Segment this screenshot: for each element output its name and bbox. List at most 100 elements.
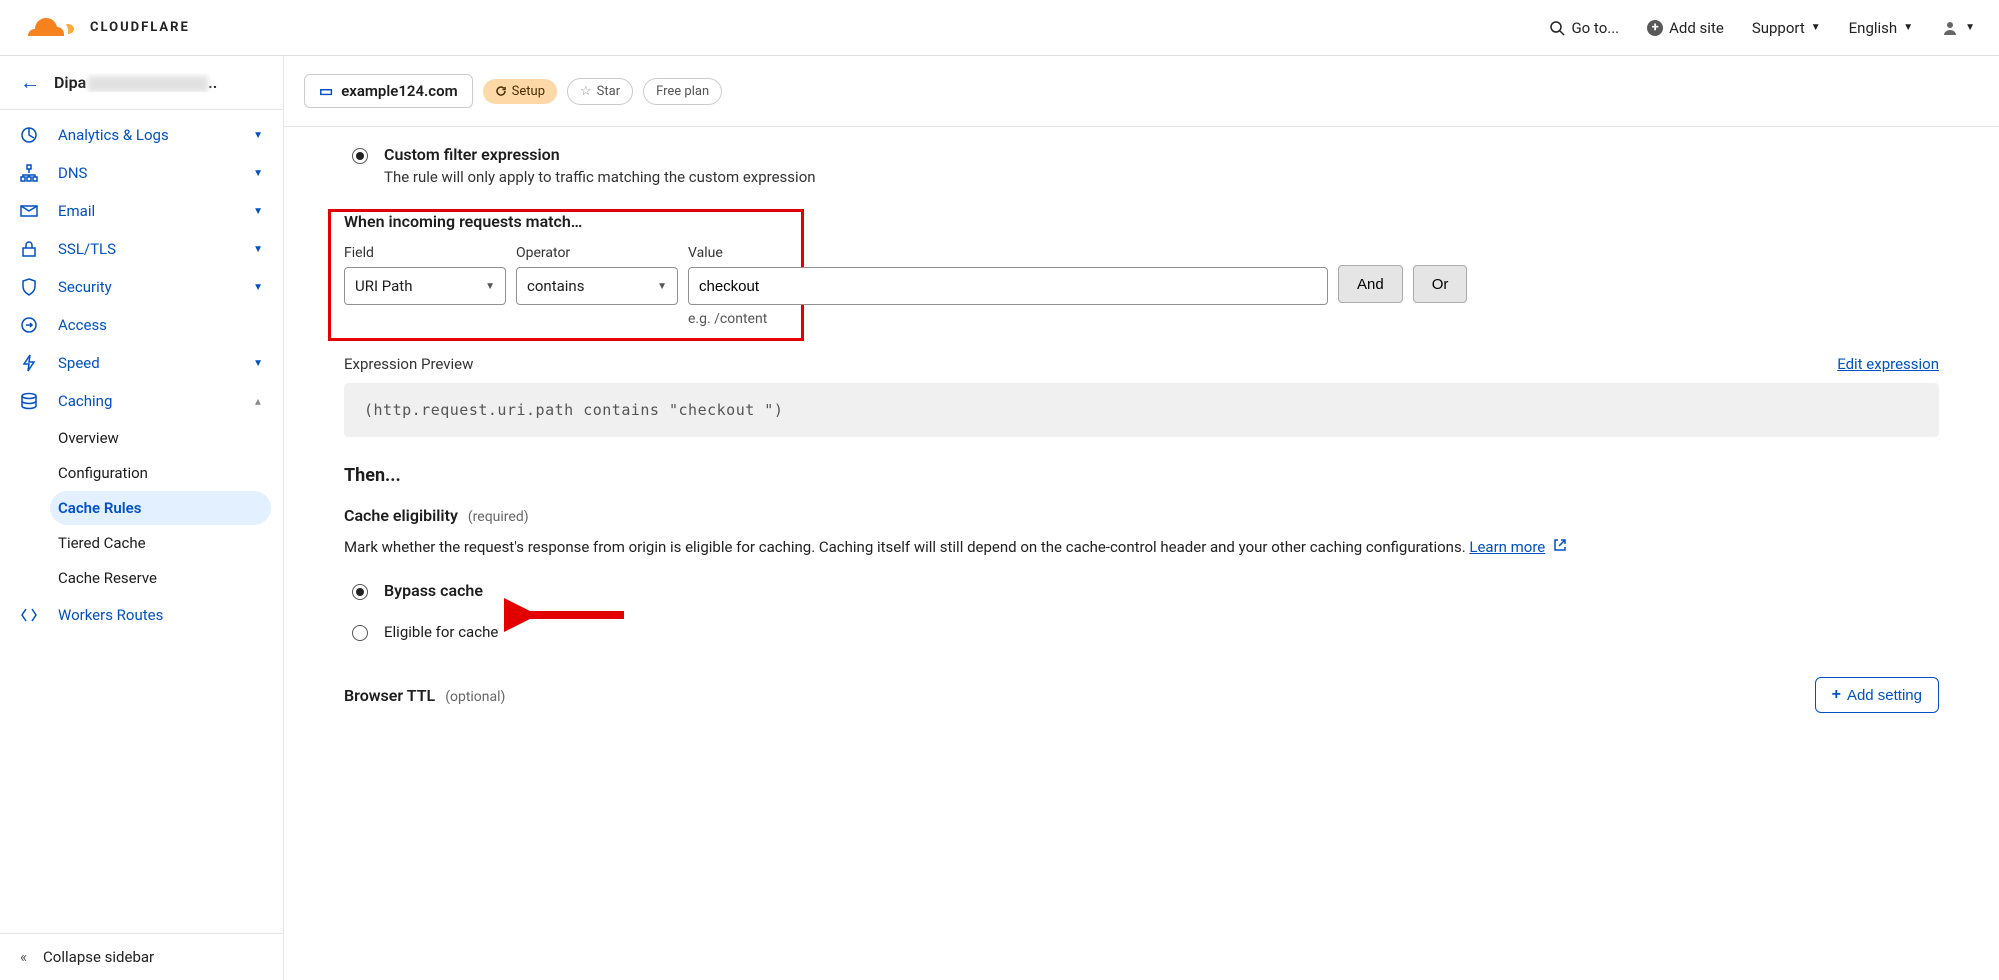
sidebar-sub-configuration[interactable]: Configuration [50, 456, 271, 490]
support-menu[interactable]: Support ▼ [1752, 19, 1821, 37]
browser-ttl-title: Browser TTL [344, 686, 435, 705]
sidebar-item-analytics[interactable]: Analytics & Logs ▼ [0, 116, 283, 154]
custom-filter-label: Custom filter expression [384, 145, 816, 164]
header-actions: Go to... + Add site Support ▼ English ▼ … [1549, 19, 1975, 37]
sidebar-item-label: Workers Routes [58, 606, 163, 624]
value-hint: e.g. /content [688, 311, 1328, 327]
caret-down-icon: ▼ [253, 244, 263, 255]
language-menu[interactable]: English ▼ [1849, 19, 1913, 37]
star-label: Star [597, 84, 620, 99]
setup-pill[interactable]: Setup [483, 79, 557, 104]
sidebar-item-security[interactable]: Security ▼ [0, 268, 283, 306]
sidebar-item-label: Access [58, 316, 107, 334]
caret-up-icon: ▼ [253, 396, 263, 407]
radio-unchecked[interactable] [352, 625, 368, 641]
caret-down-icon: ▼ [1965, 22, 1975, 33]
expression-code: (http.request.uri.path contains "checkou… [344, 383, 1939, 437]
custom-filter-option[interactable]: Custom filter expression The rule will o… [352, 145, 1939, 186]
content-header: ▭ example124.com Setup ☆ Star Free plan [284, 56, 1999, 127]
workers-icon [20, 606, 40, 624]
caret-down-icon: ▼ [1903, 22, 1913, 33]
caching-submenu: Overview Configuration Cache Rules Tiere… [0, 421, 283, 595]
sidebar-item-ssl[interactable]: SSL/TLS ▼ [0, 230, 283, 268]
field-value: URI Path [355, 277, 412, 295]
and-button[interactable]: And [1338, 265, 1403, 303]
content: ▭ example124.com Setup ☆ Star Free plan … [284, 56, 1999, 980]
add-setting-label: Add setting [1847, 687, 1922, 704]
radio-checked[interactable] [352, 584, 368, 600]
caret-down-icon: ▼ [253, 130, 263, 141]
goto-search[interactable]: Go to... [1549, 19, 1619, 37]
sidebar-item-label: DNS [58, 164, 87, 182]
optional-label: (optional) [445, 689, 505, 705]
operator-label: Operator [516, 245, 678, 261]
value-input[interactable] [688, 267, 1328, 305]
caching-icon [20, 392, 40, 410]
dns-icon [20, 164, 40, 182]
lock-icon [20, 240, 40, 258]
or-button[interactable]: Or [1413, 265, 1468, 303]
operator-value: contains [527, 277, 584, 295]
sidebar-item-workers[interactable]: Workers Routes [0, 596, 283, 634]
collapse-sidebar[interactable]: « Collapse sidebar [0, 933, 283, 980]
radio-checked[interactable] [352, 148, 368, 164]
logo[interactable]: CLOUDFLARE [24, 14, 190, 42]
cache-eligibility-desc: Mark whether the request's response from… [344, 535, 1939, 559]
site-name: example124.com [341, 82, 457, 100]
sidebar-item-label: SSL/TLS [58, 240, 116, 258]
edit-expression-link[interactable]: Edit expression [1837, 355, 1939, 373]
sidebar-item-label: Caching [58, 392, 112, 410]
learn-more-link[interactable]: Learn more [1469, 538, 1545, 556]
plus-icon: + [1832, 686, 1841, 704]
required-label: (required) [468, 509, 529, 525]
sidebar-nav: Analytics & Logs ▼ DNS ▼ Email ▼ SSL/TLS… [0, 110, 283, 933]
add-site-link[interactable]: + Add site [1647, 19, 1724, 37]
sidebar-item-label: Security [58, 278, 112, 296]
eligible-label: Eligible for cache [384, 623, 498, 641]
external-link-icon [1553, 535, 1567, 559]
sidebar-item-access[interactable]: Access [0, 306, 283, 344]
plan-pill[interactable]: Free plan [643, 78, 722, 105]
email-icon [20, 202, 40, 220]
operator-select[interactable]: contains ▼ [516, 267, 678, 305]
account-name: Dipa.. [54, 73, 263, 92]
sidebar-sub-overview[interactable]: Overview [50, 421, 271, 455]
star-pill[interactable]: ☆ Star [567, 78, 633, 105]
sidebar-sub-tiered-cache[interactable]: Tiered Cache [50, 526, 271, 560]
sidebar: ← Dipa.. Analytics & Logs ▼ DNS ▼ Email … [0, 56, 284, 980]
sidebar-item-label: Email [58, 202, 95, 220]
account-switcher[interactable]: ← Dipa.. [0, 56, 283, 110]
then-heading: Then... [344, 465, 1939, 486]
sidebar-item-email[interactable]: Email ▼ [0, 192, 283, 230]
user-menu[interactable]: ▼ [1941, 19, 1975, 37]
caret-down-icon: ▼ [657, 281, 667, 292]
content-body: Custom filter expression The rule will o… [284, 127, 1999, 980]
logo-text: CLOUDFLARE [90, 20, 190, 35]
sidebar-item-label: Analytics & Logs [58, 126, 169, 144]
bypass-cache-option[interactable]: Bypass cache [352, 581, 1939, 600]
refresh-icon [495, 85, 507, 97]
value-label: Value [688, 245, 1328, 261]
top-header: CLOUDFLARE Go to... + Add site Support ▼… [0, 0, 1999, 56]
expression-builder-row: Field URI Path ▼ Operator contains ▼ [344, 245, 1939, 327]
sidebar-item-speed[interactable]: Speed ▼ [0, 344, 283, 382]
caret-down-icon: ▼ [485, 281, 495, 292]
add-setting-button[interactable]: + Add setting [1815, 677, 1939, 713]
goto-label: Go to... [1571, 19, 1619, 37]
eligible-cache-option[interactable]: Eligible for cache [352, 622, 1939, 641]
caret-down-icon: ▼ [253, 206, 263, 217]
sidebar-sub-cache-reserve[interactable]: Cache Reserve [50, 561, 271, 595]
field-select[interactable]: URI Path ▼ [344, 267, 506, 305]
star-icon: ☆ [580, 84, 592, 99]
caret-down-icon: ▼ [253, 358, 263, 369]
language-label: English [1849, 19, 1898, 37]
access-icon [20, 316, 40, 334]
sidebar-item-dns[interactable]: DNS ▼ [0, 154, 283, 192]
user-icon [1941, 19, 1959, 37]
sidebar-sub-cache-rules[interactable]: Cache Rules [50, 491, 271, 525]
bypass-label: Bypass cache [384, 581, 483, 600]
site-selector[interactable]: ▭ example124.com [304, 74, 473, 108]
back-arrow-icon[interactable]: ← [20, 70, 40, 95]
sidebar-item-caching[interactable]: Caching ▼ [0, 382, 283, 420]
setup-label: Setup [512, 84, 545, 99]
